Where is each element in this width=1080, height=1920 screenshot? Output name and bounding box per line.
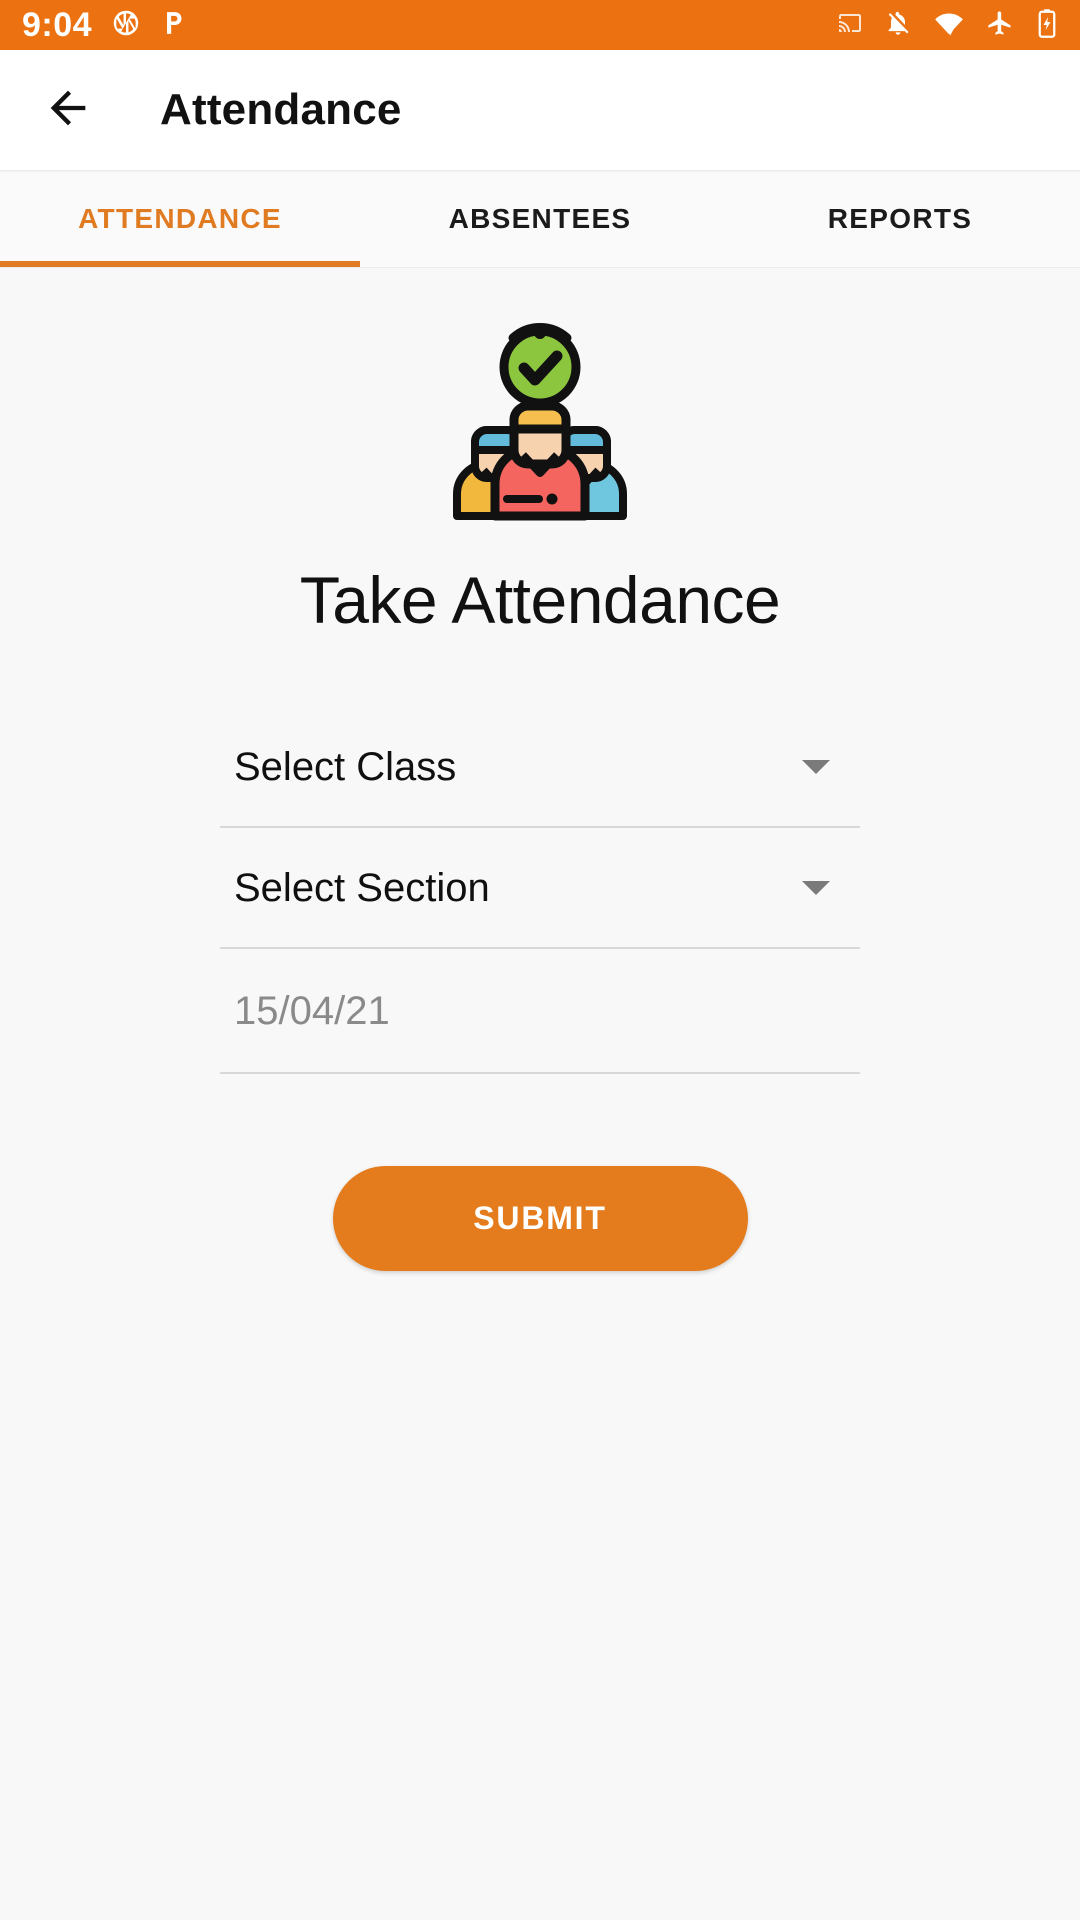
airplane-mode-icon <box>986 9 1014 42</box>
arrow-back-icon <box>42 82 94 139</box>
status-bar-right <box>838 8 1058 43</box>
camera-aperture-icon <box>112 9 140 42</box>
status-bar: 9:04 <box>0 0 1080 50</box>
tab-bar: ATTENDANCE ABSENTEES REPORTS <box>0 170 1080 268</box>
battery-charging-icon <box>1036 8 1058 43</box>
chevron-down-icon[interactable] <box>802 760 830 774</box>
select-section-value: Select Section <box>234 865 490 910</box>
app-bar: Attendance <box>0 50 1080 170</box>
back-button[interactable] <box>36 78 100 142</box>
date-input[interactable]: 15/04/21 <box>220 950 860 1074</box>
attendance-panel: Take Attendance Select Class Select Sect… <box>0 268 1080 1920</box>
cast-icon <box>838 11 862 40</box>
chevron-down-icon[interactable] <box>802 881 830 895</box>
tab-attendance-label: ATTENDANCE <box>78 202 282 234</box>
tab-absentees[interactable]: ABSENTEES <box>360 170 720 267</box>
tab-active-indicator <box>0 261 360 267</box>
page-title: Attendance <box>160 85 402 134</box>
select-class-value: Select Class <box>234 744 457 789</box>
select-section-dropdown[interactable]: Select Section <box>220 829 860 949</box>
attendance-form: Select Class Select Section 15/04/21 <box>220 708 860 1074</box>
section-heading: Take Attendance <box>299 563 781 637</box>
status-bar-left: 9:04 <box>22 8 186 42</box>
submit-row: SUBMIT <box>220 1166 860 1271</box>
wifi-icon <box>934 8 964 43</box>
tab-reports[interactable]: REPORTS <box>720 170 1080 267</box>
tab-absentees-label: ABSENTEES <box>448 202 632 234</box>
notifications-off-icon <box>884 9 912 42</box>
status-bar-clock: 9:04 <box>22 6 93 44</box>
tab-attendance[interactable]: ATTENDANCE <box>0 170 360 267</box>
group-of-people-with-green-check-icon <box>425 320 655 530</box>
parking-p-icon <box>160 9 186 42</box>
submit-button[interactable]: SUBMIT <box>332 1166 748 1271</box>
select-class-dropdown[interactable]: Select Class <box>220 708 860 828</box>
date-value: 15/04/21 <box>234 988 390 1033</box>
tab-reports-label: REPORTS <box>827 202 973 234</box>
